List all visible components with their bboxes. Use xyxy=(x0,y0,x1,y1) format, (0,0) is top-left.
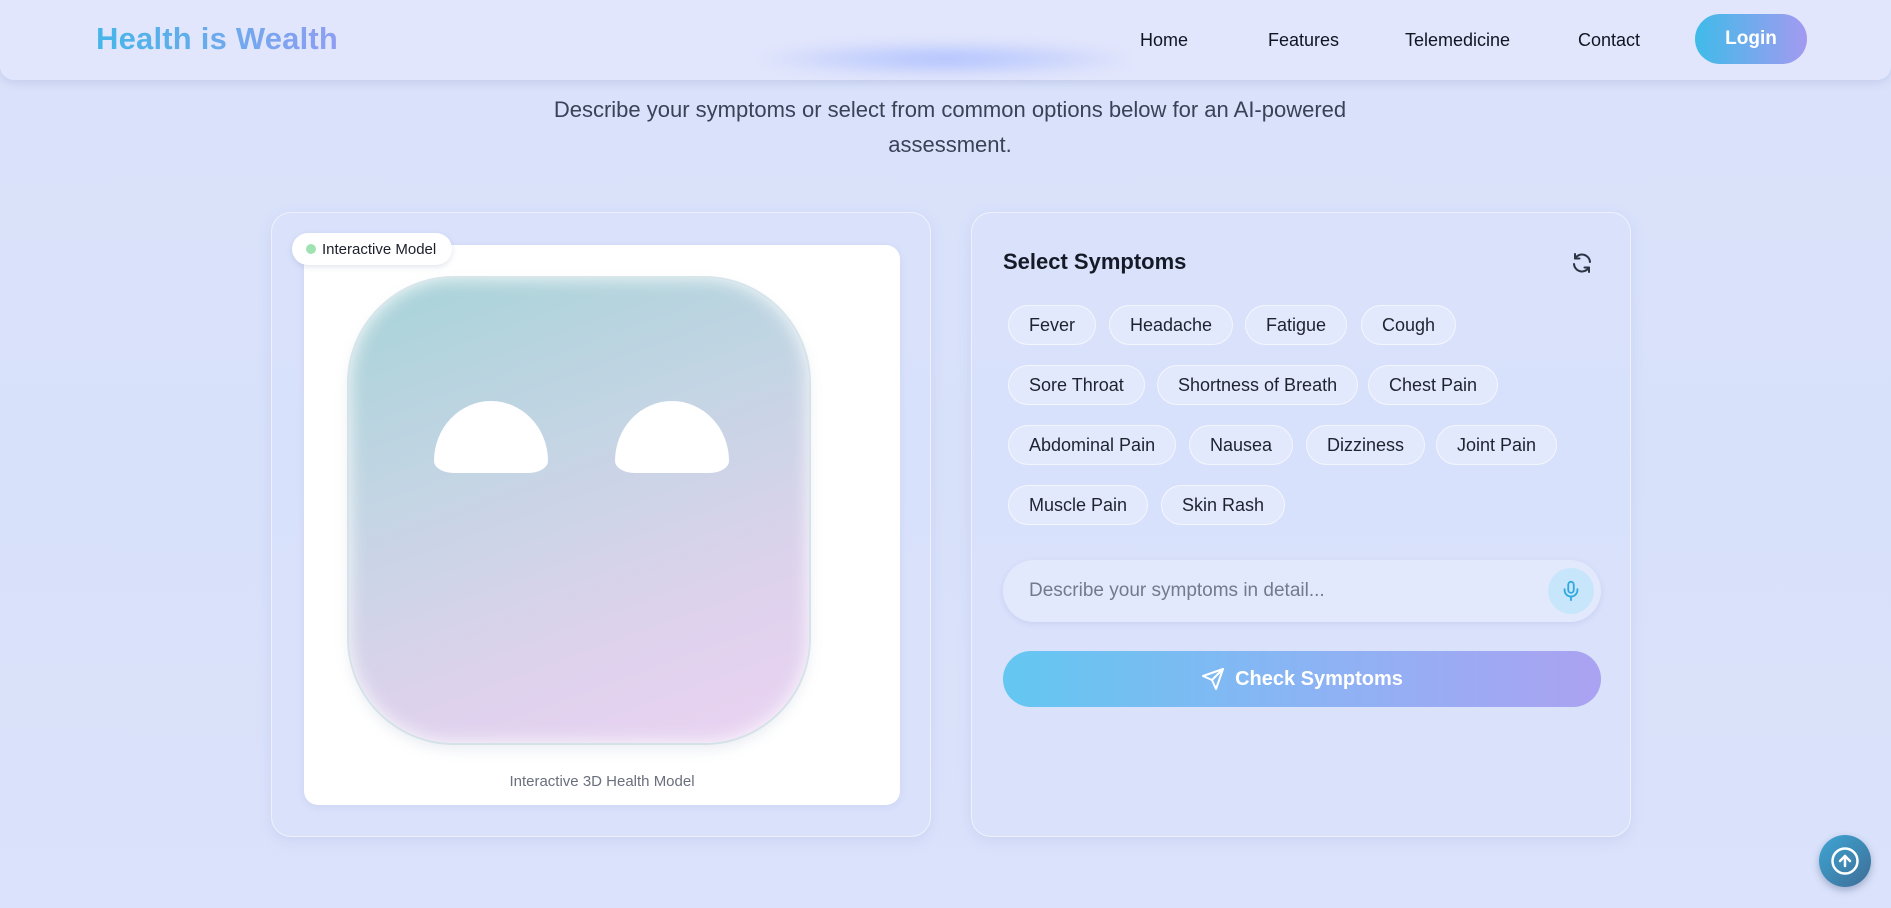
symptom-chip-chest-pain[interactable]: Chest Pain xyxy=(1368,365,1499,405)
login-button[interactable]: Login xyxy=(1695,14,1807,64)
model-right-eye xyxy=(615,401,729,473)
arrow-up-circle-icon xyxy=(1831,847,1859,875)
symptom-chip-skin-rash[interactable]: Skin Rash xyxy=(1161,485,1286,525)
model-panel: Interactive Model Interactive 3D Health … xyxy=(271,212,931,837)
symptom-chip-muscle-pain[interactable]: Muscle Pain xyxy=(1008,485,1149,525)
symptom-chip-shortness-of-breath[interactable]: Shortness of Breath xyxy=(1157,365,1359,405)
page-subtitle: Describe your symptoms or select from co… xyxy=(520,92,1380,162)
nav-home[interactable]: Home xyxy=(1140,30,1188,51)
microphone-icon xyxy=(1563,580,1579,602)
symptom-chip-fever[interactable]: Fever xyxy=(1008,305,1097,345)
brand-logo[interactable]: Health is Wealth xyxy=(96,21,338,57)
model-caption: Interactive 3D Health Model xyxy=(509,773,695,790)
symptom-chip-cough[interactable]: Cough xyxy=(1361,305,1457,345)
symptom-chip-sore-throat[interactable]: Sore Throat xyxy=(1008,365,1145,405)
badge-label: Interactive Model xyxy=(322,240,437,258)
refresh-icon[interactable] xyxy=(1570,251,1594,275)
symptoms-panel: Select Symptoms Fever Headache Fatigue C… xyxy=(971,212,1631,837)
model-viewer[interactable]: Interactive 3D Health Model xyxy=(304,245,900,805)
header-glow-decoration xyxy=(760,42,1130,76)
symptom-chip-fatigue[interactable]: Fatigue xyxy=(1245,305,1348,345)
nav-telemedicine[interactable]: Telemedicine xyxy=(1405,30,1510,51)
check-symptoms-button[interactable]: Check Symptoms xyxy=(1003,651,1601,707)
symptom-description-input[interactable] xyxy=(1029,576,1529,606)
scroll-to-top-button[interactable] xyxy=(1819,835,1871,887)
interactive-model-badge: Interactive Model xyxy=(292,233,453,265)
status-dot xyxy=(306,244,316,254)
symptom-chip-headache[interactable]: Headache xyxy=(1109,305,1234,345)
check-symptoms-label: Check Symptoms xyxy=(1235,667,1403,690)
symptom-chip-abdominal-pain[interactable]: Abdominal Pain xyxy=(1008,425,1177,465)
subtitle-line-1: Describe your symptoms or select from co… xyxy=(553,97,1347,122)
nav-contact[interactable]: Contact xyxy=(1578,30,1640,51)
symptom-chip-dizziness[interactable]: Dizziness xyxy=(1306,425,1426,465)
send-icon xyxy=(1202,668,1225,690)
voice-input-button[interactable] xyxy=(1548,568,1594,614)
symptom-chip-joint-pain[interactable]: Joint Pain xyxy=(1436,425,1558,465)
subtitle-line-2: assessment. xyxy=(888,132,1012,157)
top-navbar: Health is Wealth Home Features Telemedic… xyxy=(0,0,1891,80)
symptom-description-box xyxy=(1003,560,1601,622)
symptoms-title: Select Symptoms xyxy=(1003,249,1187,274)
model-left-eye xyxy=(434,401,548,473)
health-model-character[interactable] xyxy=(349,278,809,743)
symptom-chip-nausea[interactable]: Nausea xyxy=(1189,425,1294,465)
nav-features[interactable]: Features xyxy=(1268,30,1339,51)
